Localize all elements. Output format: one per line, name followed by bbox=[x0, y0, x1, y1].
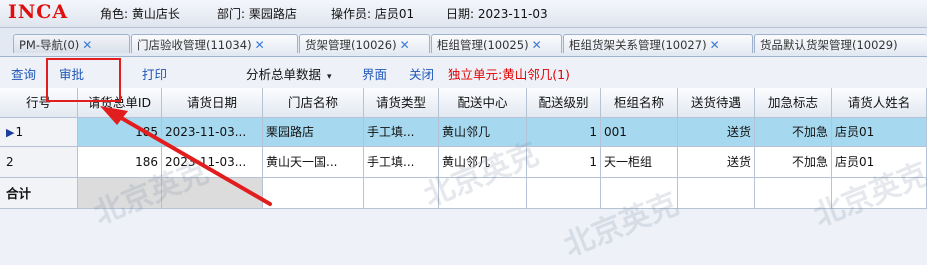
annotation-arrow-icon bbox=[100, 106, 272, 206]
